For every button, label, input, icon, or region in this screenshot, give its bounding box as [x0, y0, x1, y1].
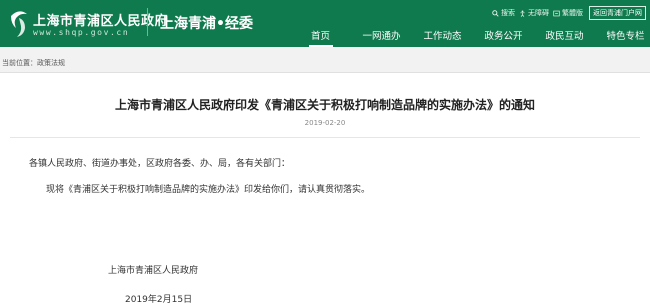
site-url: www.shqp.gov.cn: [33, 28, 130, 37]
logo-icon[interactable]: [8, 8, 30, 38]
nav-item-gov-disclosure[interactable]: 政务公开: [473, 30, 534, 47]
accessibility-icon: [520, 9, 525, 17]
nav-item-work-news[interactable]: 工作动态: [412, 30, 473, 47]
breadcrumb[interactable]: 当前位置：政策法规: [2, 58, 65, 68]
site-header: 上海市青浦区人民政府 www.shqp.gov.cn 上海青浦•经委 搜索 无障…: [0, 0, 650, 47]
article-date: 2019-02-20: [304, 119, 346, 127]
signature-organization: 上海市青浦区人民政府: [108, 266, 199, 276]
nav-item-interaction[interactable]: 政民互动: [534, 30, 595, 47]
article-salutation: 各镇人民政府、街道办事处，区政府各委、办、局，各有关部门：: [29, 159, 291, 169]
nav-item-home[interactable]: 首页: [290, 30, 351, 47]
signature-date: 2019年2月15日: [125, 295, 193, 305]
return-portal-button[interactable]: 返回青浦门户网: [589, 6, 646, 20]
nav-item-one-network[interactable]: 一网通办: [351, 30, 412, 47]
search-label: 搜索: [501, 9, 515, 17]
header-divider: [147, 8, 148, 36]
language-icon: [553, 10, 560, 16]
accessibility-label: 无障碍: [528, 9, 549, 17]
title-separator: [10, 137, 640, 138]
article-body: 现将《青浦区关于积极打响制造品牌的实施办法》印发给你们，请认真贯彻落实。: [46, 185, 371, 195]
traditional-version-link[interactable]: 繁體版: [553, 8, 583, 18]
nav-item-special-column[interactable]: 特色专栏: [595, 30, 650, 47]
traditional-version-label: 繁體版: [562, 9, 583, 17]
search-link[interactable]: 搜索: [492, 8, 515, 18]
sub-site-title[interactable]: 上海青浦•经委: [160, 13, 253, 33]
accessibility-link[interactable]: 无障碍: [519, 8, 549, 18]
search-icon: [492, 9, 499, 17]
main-nav: 首页 一网通办 工作动态 政务公开 政民互动 特色专栏: [290, 30, 650, 47]
article-title: 上海市青浦区人民政府印发《青浦区关于积极打响制造品牌的实施办法》的通知: [114, 98, 535, 112]
top-utility-bar: 搜索 无障碍 繁體版 返回青浦门户网: [492, 6, 646, 20]
